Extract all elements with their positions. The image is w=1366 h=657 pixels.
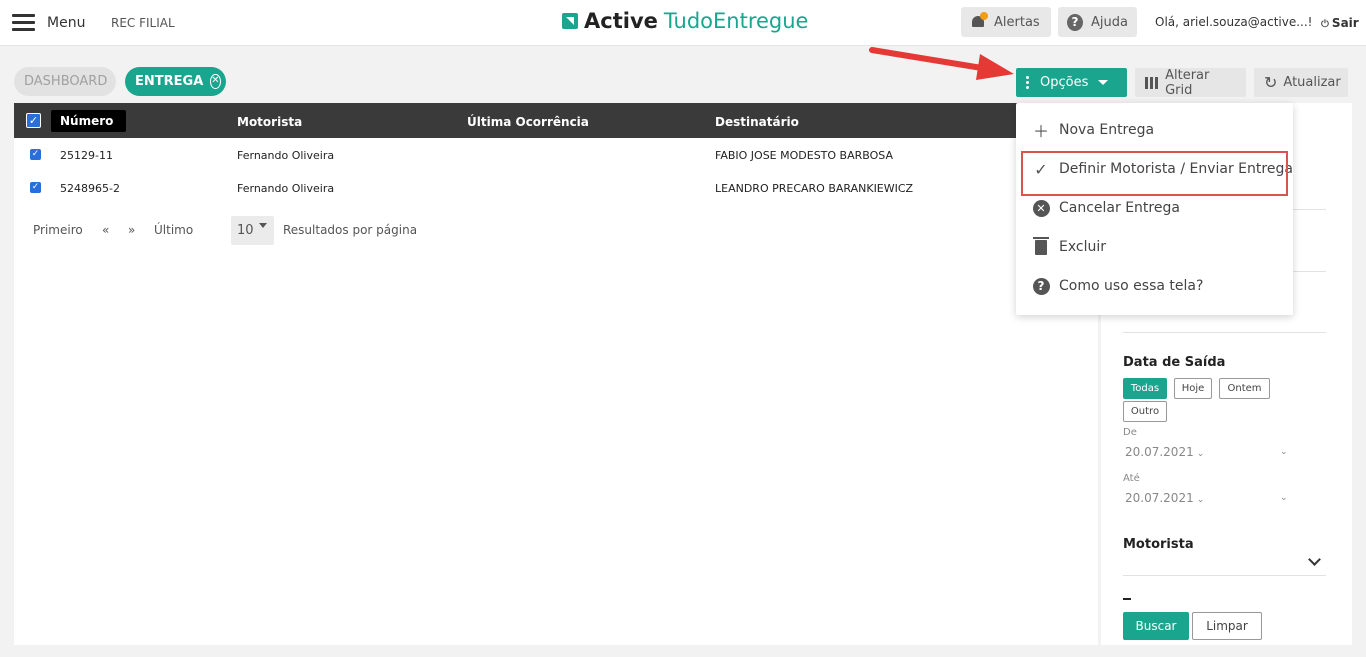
brand-active-text: Active [584, 9, 658, 33]
motorista-chevron-down-icon[interactable] [1308, 553, 1321, 566]
opcoes-label: Opções [1040, 75, 1089, 90]
question-icon: ? [1032, 277, 1050, 295]
alterar-grid-label: Alterar Grid [1165, 67, 1210, 98]
tab-entrega-label: ENTREGA [135, 74, 204, 89]
pager-next[interactable]: » [128, 223, 135, 237]
sair-button[interactable]: ⏻ Sair [1321, 16, 1359, 30]
tab-dashboard[interactable]: DASHBOARD [14, 67, 116, 96]
pager-last[interactable]: Último [154, 223, 193, 237]
columns-icon [1145, 76, 1159, 89]
tab-entrega[interactable]: ENTREGA ✕ [125, 67, 226, 96]
close-tab-icon[interactable]: ✕ [210, 74, 221, 89]
brand-tudo-text: TudoEntregue [663, 9, 809, 33]
help-icon: ? [1067, 13, 1084, 31]
circle-x-icon: ✕ [1032, 199, 1050, 217]
alertas-button[interactable]: Alertas [961, 7, 1051, 37]
bell-icon [970, 12, 988, 30]
column-header-destinatario[interactable]: Destinatário [715, 115, 799, 129]
sair-label: Sair [1331, 16, 1359, 30]
de-date-input[interactable]: 20.07.2021 ⌄ [1125, 445, 1204, 459]
vertical-dots-icon [1026, 76, 1030, 89]
row-checkbox[interactable]: ✓ [30, 182, 41, 193]
motorista-filter-title: Motorista [1123, 537, 1194, 552]
menu-item-label: Cancelar Entrega [1059, 200, 1180, 216]
grid-panel: ✓ Número Motorista Última Ocorrência Des… [14, 103, 1098, 645]
de-time-chevron-icon[interactable]: ⌄ [1280, 447, 1288, 457]
alertas-label: Alertas [994, 14, 1040, 30]
column-header-numero-label: Número [60, 114, 114, 128]
plus-icon: ＋ [1032, 122, 1049, 141]
power-icon: ⏻ [1321, 19, 1329, 30]
menu-item-como-uso[interactable]: ? Como uso essa tela? [1016, 268, 1293, 304]
cell-destinatario: FABIO JOSE MODESTO BARBOSA [715, 149, 893, 162]
ajuda-label: Ajuda [1091, 14, 1128, 30]
de-label: De [1123, 427, 1137, 438]
partial-label [1123, 598, 1131, 600]
pager-prev[interactable]: « [102, 223, 109, 237]
chevron-down-icon: ⌄ [1196, 449, 1205, 459]
alterar-grid-button[interactable]: Alterar Grid [1135, 67, 1246, 98]
filial-label: REC FILIAL [111, 16, 175, 30]
brand-cube-icon [562, 13, 578, 29]
grid-header: ✓ Número Motorista Última Ocorrência Des… [14, 103, 1098, 146]
cell-destinatario: LEANDRO PRECARO BARANKIEWICZ [715, 182, 914, 195]
chevron-down-icon: ⌄ [1196, 495, 1205, 505]
menu-item-nova-entrega[interactable]: ＋ Nova Entrega [1016, 112, 1293, 148]
caret-down-icon [259, 223, 267, 228]
refresh-icon: ↻ [1264, 73, 1278, 92]
cell-numero: 5248965-2 [60, 182, 120, 195]
cell-motorista: Fernando Oliveira [237, 149, 335, 162]
cell-motorista: Fernando Oliveira [237, 182, 335, 195]
page-size-select[interactable]: 10 [231, 216, 274, 245]
menu-item-excluir[interactable]: Excluir [1016, 229, 1293, 265]
column-header-numero[interactable]: Número [51, 110, 126, 146]
cell-numero: 25129-11 [60, 149, 113, 162]
filter-pill-hoje[interactable]: Hoje [1174, 378, 1212, 399]
caret-down-icon [1098, 80, 1109, 85]
ate-time-chevron-icon[interactable]: ⌄ [1280, 493, 1288, 503]
ate-label: Até [1123, 473, 1140, 484]
user-greeting[interactable]: Olá, ariel.souza@active...! [1155, 15, 1313, 29]
buscar-button[interactable]: Buscar [1123, 612, 1189, 640]
ate-date-input[interactable]: 20.07.2021 ⌄ [1125, 491, 1204, 505]
menu-item-label: Excluir [1059, 239, 1106, 255]
divider [1123, 332, 1326, 333]
column-header-ultima-ocorrencia[interactable]: Última Ocorrência [467, 115, 589, 129]
filter-pill-todas[interactable]: Todas [1123, 378, 1167, 399]
page-size-value: 10 [237, 223, 254, 238]
divider [1123, 575, 1326, 576]
hamburger-menu-icon[interactable] [12, 14, 35, 31]
menu-label[interactable]: Menu [47, 15, 85, 31]
brand-logo: Active TudoEntregue [562, 9, 808, 33]
column-header-motorista[interactable]: Motorista [237, 115, 302, 129]
trash-icon [1032, 236, 1050, 256]
filter-pill-outro[interactable]: Outro [1123, 401, 1167, 422]
limpar-button[interactable]: Limpar [1192, 612, 1262, 640]
row-checkbox[interactable]: ✓ [30, 149, 41, 160]
table-row[interactable]: ✓ 5248965-2 Fernando Oliveira LEANDRO PR… [14, 171, 1098, 204]
annotation-arrow-icon [869, 47, 1014, 80]
menu-item-label: Como uso essa tela? [1059, 278, 1204, 294]
pagination: Primeiro « » Último 10 Resultados por pá… [14, 216, 614, 246]
opcoes-dropdown-menu: ＋ Nova Entrega ✓ Definir Motorista / Env… [1016, 103, 1293, 315]
de-date-value: 20.07.2021 [1125, 445, 1194, 459]
annotation-highlight-box [1021, 151, 1288, 196]
pager-first[interactable]: Primeiro [33, 223, 83, 237]
menu-item-label: Nova Entrega [1059, 122, 1155, 138]
table-row[interactable]: ✓ 25129-11 Fernando Oliveira FABIO JOSE … [14, 138, 1098, 171]
ajuda-button[interactable]: ? Ajuda [1058, 7, 1137, 37]
ate-date-value: 20.07.2021 [1125, 491, 1194, 505]
opcoes-button[interactable]: Opções [1016, 68, 1127, 97]
tab-dashboard-label: DASHBOARD [24, 74, 108, 89]
atualizar-button[interactable]: ↻ Atualizar [1254, 68, 1348, 97]
atualizar-label: Atualizar [1283, 75, 1341, 90]
select-all-checkbox[interactable]: ✓ [26, 113, 41, 128]
results-per-page-label: Resultados por página [283, 223, 418, 237]
top-bar: Menu REC FILIAL Active TudoEntregue Aler… [0, 0, 1366, 46]
filter-pill-ontem[interactable]: Ontem [1219, 378, 1270, 399]
data-saida-title: Data de Saída [1123, 355, 1226, 370]
